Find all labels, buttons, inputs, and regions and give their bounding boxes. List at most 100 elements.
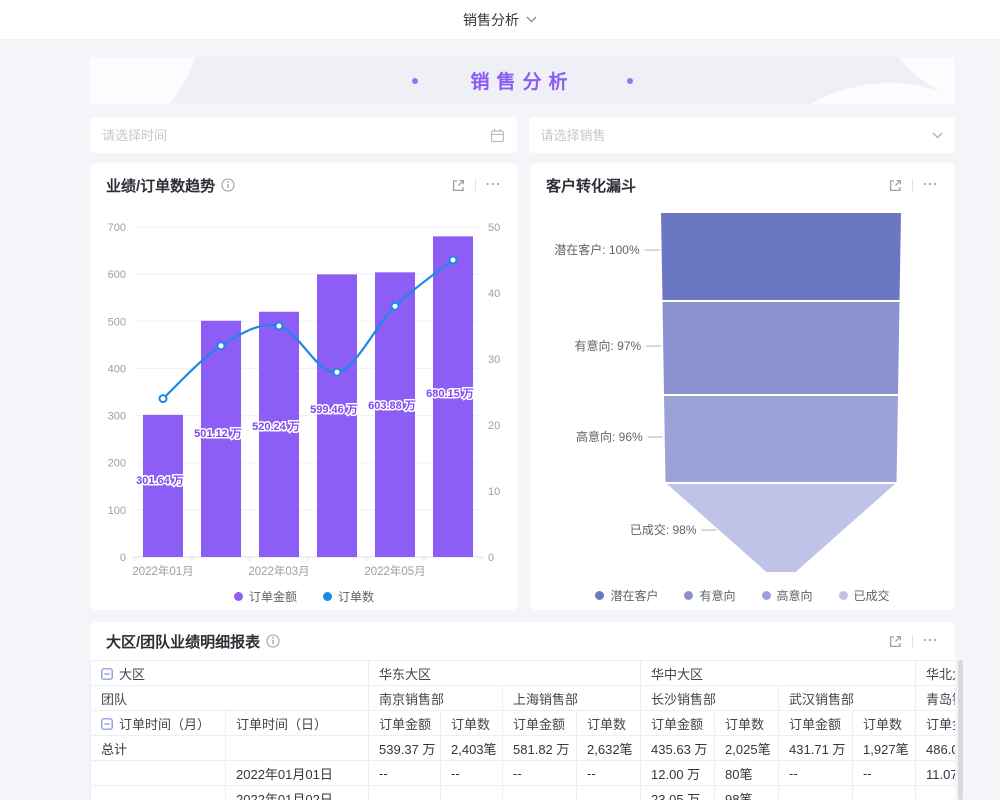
- metric-label: 订单数: [725, 717, 764, 732]
- collapse-icon[interactable]: [101, 668, 113, 683]
- funnel-legend: 潜在客户 有意向 高意向 已成交: [530, 587, 955, 604]
- value-text: --: [789, 766, 798, 781]
- value-cell: --: [577, 761, 641, 786]
- banner-dot-icon: [627, 78, 633, 84]
- value-cell: 2,403笔: [441, 736, 503, 761]
- metric-header: 订单金额: [916, 711, 955, 736]
- team-name: 南京销售部: [379, 692, 444, 707]
- expand-icon[interactable]: [888, 178, 903, 193]
- metric-label: 订单金额: [926, 717, 955, 732]
- order-time-month-label: 订单时间（月）: [119, 717, 210, 732]
- legend-item[interactable]: 潜在客户: [595, 587, 658, 604]
- legend-item[interactable]: 高意向: [762, 587, 813, 604]
- value-cell: [853, 786, 916, 800]
- value-cell: --: [441, 761, 503, 786]
- line-point[interactable]: [218, 342, 225, 349]
- region-name: 华东大区: [379, 667, 431, 682]
- expand-icon[interactable]: [451, 178, 466, 193]
- topbar: 销售分析: [0, 0, 1000, 40]
- value-text: 2,025笔: [725, 742, 771, 757]
- value-text: 2,403笔: [451, 742, 497, 757]
- info-icon[interactable]: [221, 178, 235, 192]
- metric-label: 订单金额: [379, 717, 431, 732]
- value-text: 1,927笔: [863, 742, 909, 757]
- time-filter-input[interactable]: [102, 128, 490, 143]
- value-cell: [369, 786, 441, 800]
- expand-icon[interactable]: [888, 634, 903, 649]
- line-point[interactable]: [392, 303, 399, 310]
- left-axis-label: 400: [108, 363, 126, 375]
- legend-item[interactable]: 订单数: [323, 588, 374, 605]
- chevron-down-icon[interactable]: [526, 16, 537, 23]
- team-header: 武汉销售部: [779, 686, 916, 711]
- right-axis-label: 10: [488, 486, 500, 498]
- legend-item[interactable]: 订单金额: [234, 588, 297, 605]
- funnel-segment[interactable]: [665, 483, 898, 573]
- more-icon[interactable]: ⋯: [922, 180, 939, 190]
- charts-row: 业绩/订单数趋势 ⋯: [90, 163, 955, 610]
- line-point[interactable]: [160, 395, 167, 402]
- info-icon[interactable]: [266, 634, 280, 648]
- team-header: 南京销售部: [369, 686, 503, 711]
- banner-decoration: [90, 57, 200, 104]
- month-text: 总计: [101, 742, 127, 757]
- legend-dot-icon: [762, 591, 771, 600]
- line-point[interactable]: [450, 257, 457, 264]
- value-cell: 23.05 万: [641, 786, 715, 800]
- value-cell: 1,927笔: [853, 736, 916, 761]
- time-filter[interactable]: [90, 117, 517, 153]
- trend-legend: 订单金额 订单数: [90, 588, 518, 605]
- collapse-icon[interactable]: [101, 718, 113, 733]
- value-cell: [916, 786, 955, 800]
- legend-item[interactable]: 已成交: [839, 587, 890, 604]
- funnel-segment[interactable]: [660, 212, 902, 301]
- value-cell: 98笔: [715, 786, 779, 800]
- value-text: 2,632笔: [587, 742, 633, 757]
- legend-dot-icon: [234, 592, 243, 601]
- page-title[interactable]: 销售分析: [463, 10, 519, 30]
- line-point[interactable]: [334, 369, 341, 376]
- bar-value-label: 680.15 万: [426, 387, 474, 400]
- value-cell: 11.07 万: [916, 761, 955, 786]
- calendar-icon[interactable]: [490, 128, 505, 143]
- value-cell: 486.06 万: [916, 736, 955, 761]
- legend-dot-icon: [595, 591, 604, 600]
- report-card-header: 大区/团队业绩明细报表 ⋯: [90, 622, 955, 660]
- more-icon[interactable]: ⋯: [485, 180, 502, 190]
- funnel-chart[interactable]: 潜在客户: 100%有意向: 97%高意向: 96%已成交: 98%: [530, 207, 955, 582]
- legend-item[interactable]: 有意向: [684, 587, 735, 604]
- value-text: 435.63 万: [651, 742, 707, 757]
- right-axis-label: 20: [488, 420, 500, 432]
- sales-filter[interactable]: [529, 117, 956, 153]
- value-text: --: [451, 766, 460, 781]
- x-axis-label: 2022年05月: [364, 564, 425, 578]
- x-axis-label: 2022年01月: [132, 564, 193, 578]
- line-point[interactable]: [276, 323, 283, 330]
- value-text: 581.82 万: [513, 742, 569, 757]
- metric-label: 订单金额: [513, 717, 565, 732]
- order-time-month-header: 订单时间（月）: [91, 711, 226, 736]
- funnel-segment[interactable]: [662, 301, 901, 395]
- trend-card-title: 业绩/订单数趋势: [106, 175, 215, 196]
- scrollbar-thumb[interactable]: [958, 660, 963, 800]
- more-icon[interactable]: ⋯: [922, 636, 939, 646]
- funnel-segment[interactable]: [663, 395, 899, 483]
- funnel-stage-label: 有意向: 97%: [575, 338, 642, 353]
- banner-dot-icon: [412, 78, 418, 84]
- report-card: 大区/团队业绩明细报表 ⋯ 大区华东大区华中: [90, 622, 955, 800]
- table-row: 2022年01月01日--------12.00 万80笔----11.07 万: [91, 761, 956, 786]
- metric-label: 订单金额: [789, 717, 841, 732]
- team-name: 上海销售部: [513, 692, 578, 707]
- bar[interactable]: [259, 312, 299, 557]
- value-cell: 539.37 万: [369, 736, 441, 761]
- trend-chart[interactable]: 700600500400300200100050403020100301.64 …: [90, 207, 518, 583]
- divider: [475, 179, 476, 192]
- value-cell: [503, 786, 577, 800]
- sales-filter-input[interactable]: [541, 128, 933, 143]
- right-axis-label: 0: [488, 552, 494, 564]
- chevron-down-icon[interactable]: [932, 132, 943, 139]
- right-axis-label: 50: [488, 222, 500, 234]
- funnel-card: 客户转化漏斗 ⋯ 潜在客户: 100%有意向: 97%高意向: 96%已成交: …: [530, 163, 955, 610]
- table-row: 2022年01月02日23.05 万98笔: [91, 786, 956, 800]
- bar[interactable]: [375, 272, 415, 557]
